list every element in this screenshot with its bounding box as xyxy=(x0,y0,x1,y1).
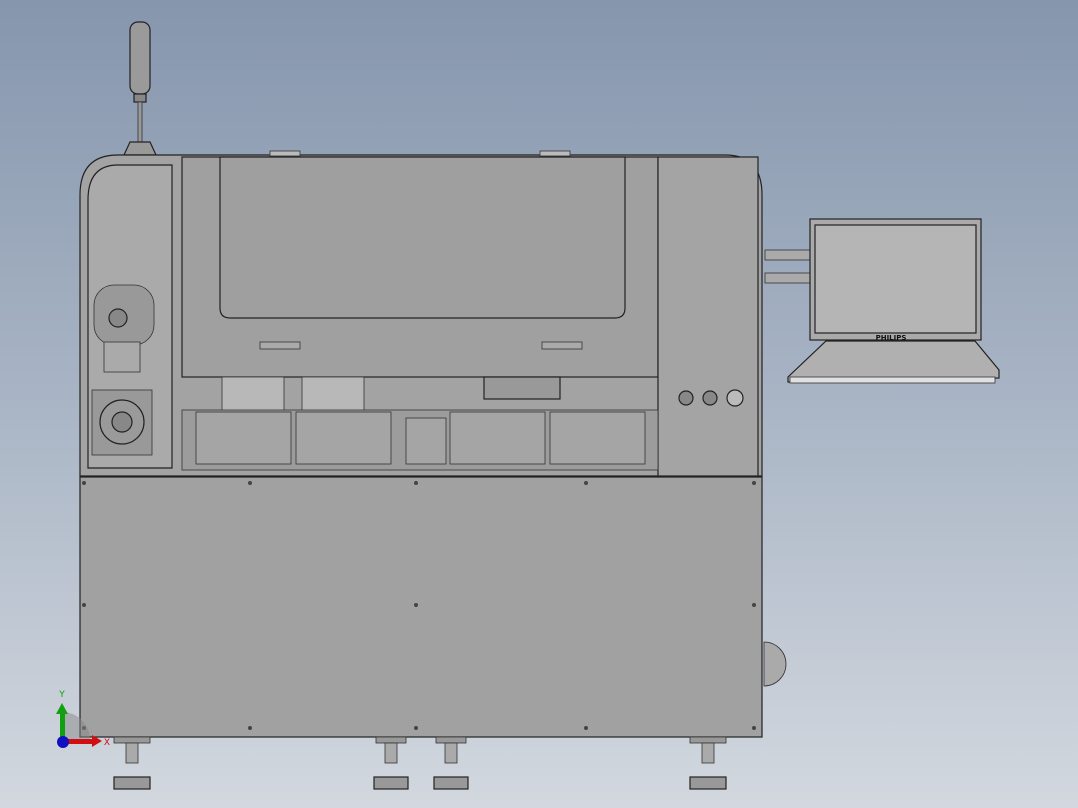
z-axis-dot xyxy=(57,736,69,748)
y-axis-arrow xyxy=(60,712,65,740)
x-axis-label: X xyxy=(104,738,110,748)
monitor-screen xyxy=(814,224,977,334)
leveling-feet xyxy=(113,736,727,790)
y-axis-label: Y xyxy=(58,690,65,700)
cad-viewport[interactable]: PHILIPS Y X xyxy=(0,0,1078,808)
upper-housing xyxy=(79,150,763,477)
monitor: PHILIPS xyxy=(764,218,1000,384)
signal-tower xyxy=(123,21,157,156)
lower-cabinet xyxy=(79,476,787,738)
